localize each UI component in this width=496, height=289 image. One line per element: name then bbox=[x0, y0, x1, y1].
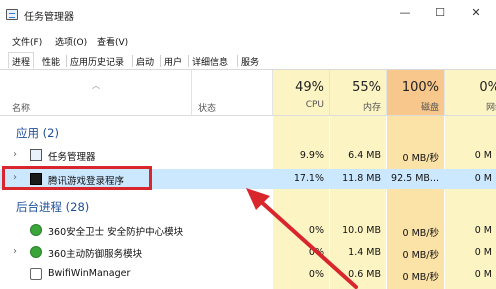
annotation-arrow bbox=[246, 188, 358, 289]
